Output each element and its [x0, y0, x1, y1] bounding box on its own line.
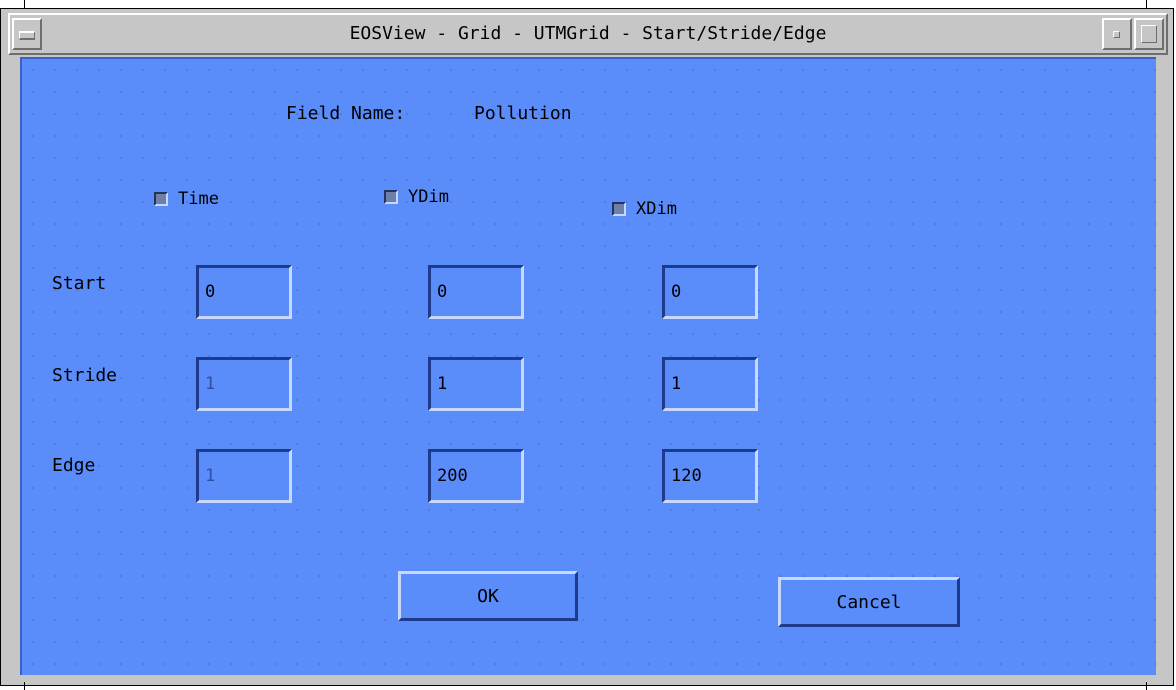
- window-title: EOSView - Grid - UTMGrid - Start/Stride/…: [349, 23, 827, 44]
- xdim-start-input[interactable]: [665, 268, 755, 316]
- time-edge-field[interactable]: [196, 449, 292, 503]
- ok-button[interactable]: OK: [398, 571, 578, 621]
- time-start-input[interactable]: [199, 268, 289, 316]
- field-name-label: Field Name:: [286, 103, 406, 124]
- frame-tick: [24, 682, 25, 690]
- dialog-body: Field Name: Pollution Time YDim XDim Sta…: [20, 57, 1156, 675]
- checkbox-box[interactable]: [384, 190, 398, 204]
- cancel-button[interactable]: Cancel: [778, 577, 960, 627]
- row-label-start: Start: [52, 273, 107, 294]
- xdim-edge-field[interactable]: [662, 449, 758, 503]
- maximize-icon: [1141, 25, 1157, 43]
- time-start-field[interactable]: [196, 265, 292, 319]
- checkbox-label: XDim: [636, 199, 677, 219]
- row-label-stride: Stride: [52, 365, 118, 386]
- xdim-stride-field[interactable]: [662, 357, 758, 411]
- title-bar[interactable]: EOSView - Grid - UTMGrid - Start/Stride/…: [8, 13, 1168, 55]
- time-stride-input[interactable]: [199, 360, 289, 408]
- checkbox-box[interactable]: [612, 202, 626, 216]
- row-label-edge: Edge: [52, 455, 96, 476]
- xdim-start-field[interactable]: [662, 265, 758, 319]
- maximize-button[interactable]: [1134, 18, 1164, 50]
- xdim-edge-input[interactable]: [665, 452, 755, 500]
- ydim-start-input[interactable]: [431, 268, 521, 316]
- time-edge-input[interactable]: [199, 452, 289, 500]
- minimize-button[interactable]: [1102, 18, 1132, 50]
- ydim-edge-field[interactable]: [428, 449, 524, 503]
- time-stride-field[interactable]: [196, 357, 292, 411]
- frame-tick: [1146, 0, 1147, 8]
- frame-tick: [24, 0, 25, 8]
- ydim-stride-input[interactable]: [431, 360, 521, 408]
- checkbox-label: Time: [178, 189, 219, 209]
- ydim-stride-field[interactable]: [428, 357, 524, 411]
- checkbox-label: YDim: [408, 187, 449, 207]
- minimize-icon: [1113, 31, 1120, 38]
- ydim-start-field[interactable]: [428, 265, 524, 319]
- checkbox-ydim[interactable]: YDim: [384, 187, 449, 207]
- xdim-stride-input[interactable]: [665, 360, 755, 408]
- checkbox-box[interactable]: [154, 192, 168, 206]
- field-name-value: Pollution: [474, 103, 572, 124]
- frame-tick: [1146, 682, 1147, 690]
- ydim-edge-input[interactable]: [431, 452, 521, 500]
- checkbox-xdim[interactable]: XDim: [612, 199, 677, 219]
- checkbox-time[interactable]: Time: [154, 189, 219, 209]
